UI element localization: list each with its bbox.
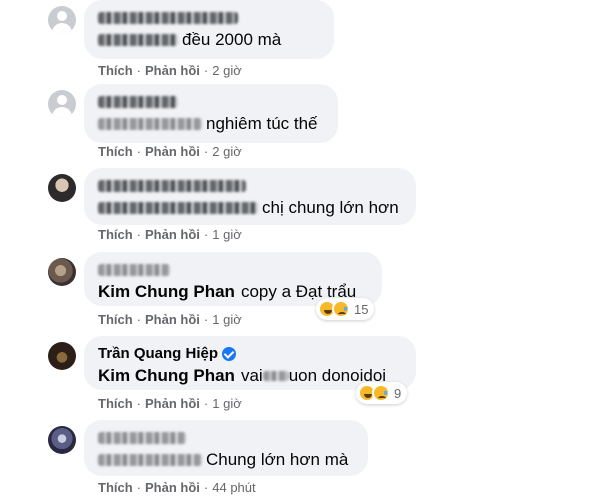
- comment-text: đều 2000 mà: [98, 28, 320, 52]
- like-button[interactable]: Thích: [98, 63, 133, 78]
- profile-photo-avatar[interactable]: [48, 174, 76, 202]
- comment-timestamp[interactable]: 2 giờ: [212, 144, 242, 159]
- comment-actions: Thích · Phản hồi · 1 giờ: [98, 312, 242, 327]
- profile-photo-avatar[interactable]: [48, 426, 76, 454]
- like-button[interactable]: Thích: [98, 144, 133, 159]
- reply-button[interactable]: Phản hồi: [145, 144, 200, 159]
- comment-timestamp[interactable]: 1 giờ: [212, 312, 242, 327]
- verified-badge-icon: [222, 347, 237, 361]
- reply-button[interactable]: Phản hồi: [145, 480, 200, 495]
- comment-actions: Thích · Phản hồi · 1 giờ: [98, 227, 242, 242]
- like-button[interactable]: Thích: [98, 227, 133, 242]
- sad-emoji-icon: [332, 300, 350, 318]
- reply-button[interactable]: Phản hồi: [145, 396, 200, 411]
- mention-tag[interactable]: Kim Chung Phan: [98, 280, 235, 304]
- comment-actions: Thích · Phản hồi · 2 giờ: [98, 144, 242, 159]
- default-avatar[interactable]: [48, 90, 76, 118]
- default-avatar[interactable]: [48, 6, 76, 34]
- reaction-count: 15: [354, 301, 369, 317]
- comment-actions: Thích · Phản hồi · 1 giờ: [98, 396, 242, 411]
- comment-actions: Thích · Phản hồi · 2 giờ: [98, 63, 242, 78]
- like-button[interactable]: Thích: [98, 480, 133, 495]
- commenter-name-redacted[interactable]: [98, 8, 320, 28]
- comment-actions: Thích · Phản hồi · 44 phút: [98, 480, 256, 495]
- comment-text: nghiêm túc thế: [98, 112, 324, 136]
- commenter-name-redacted[interactable]: [98, 176, 402, 196]
- reply-button[interactable]: Phản hồi: [145, 227, 200, 242]
- commenter-name-redacted[interactable]: [98, 428, 354, 448]
- sad-emoji-icon: [372, 384, 390, 402]
- like-button[interactable]: Thích: [98, 312, 133, 327]
- comment-timestamp[interactable]: 2 giờ: [212, 63, 242, 78]
- comment-bubble: đều 2000 mà: [84, 0, 334, 59]
- reply-button[interactable]: Phản hồi: [145, 63, 200, 78]
- commenter-name-redacted[interactable]: [98, 92, 324, 112]
- comment-text: Kim Chung Phan vai uon donoidoi: [98, 364, 402, 388]
- profile-photo-avatar[interactable]: [48, 342, 76, 370]
- reactions-summary[interactable]: 15: [316, 298, 375, 320]
- comment-timestamp[interactable]: 1 giờ: [212, 227, 242, 242]
- comment-text: chị chung lớn hơn: [98, 196, 402, 220]
- commenter-name[interactable]: Trần Quang Hiệp: [98, 344, 402, 364]
- reaction-count: 9: [394, 385, 402, 401]
- like-button[interactable]: Thích: [98, 396, 133, 411]
- commenter-name-redacted[interactable]: [98, 260, 368, 280]
- comment-bubble: chị chung lớn hơn: [84, 168, 416, 225]
- comment-timestamp[interactable]: 1 giờ: [212, 396, 242, 411]
- reply-button[interactable]: Phản hồi: [145, 312, 200, 327]
- comment-timestamp[interactable]: 44 phút: [212, 480, 255, 495]
- mention-tag[interactable]: Kim Chung Phan: [98, 364, 235, 388]
- comment-text: Chung lớn hơn mà: [98, 448, 354, 472]
- comment-bubble: nghiêm túc thế: [84, 84, 338, 143]
- reactions-summary[interactable]: 9: [356, 382, 408, 404]
- comment-bubble: Chung lớn hơn mà: [84, 420, 368, 476]
- profile-photo-avatar[interactable]: [48, 258, 76, 286]
